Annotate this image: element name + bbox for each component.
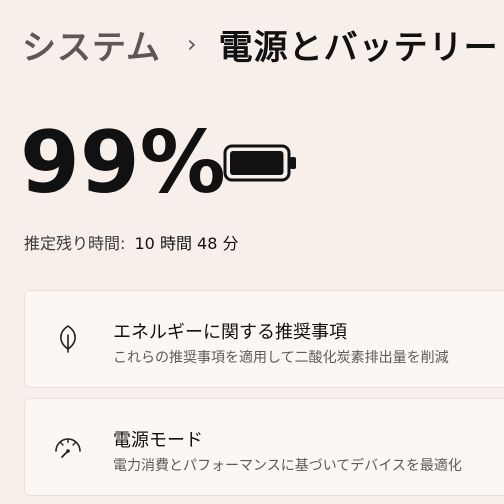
- battery-fill: [230, 151, 284, 175]
- energy-recommendations-card[interactable]: エネルギーに関する推奨事項 これらの推奨事項を適用して二酸化炭素排出量を削減: [24, 290, 504, 388]
- estimate-value: 10 時間 48 分: [134, 234, 239, 253]
- power-mode-description: 電力消費とパフォーマンスに基づいてデバイスを最適化: [113, 458, 462, 474]
- breadcrumb-separator: ›: [186, 30, 197, 58]
- power-mode-card[interactable]: 電源モード 電力消費とパフォーマンスに基づいてデバイスを最適化: [24, 398, 504, 496]
- power-mode-title: 電源モード: [113, 430, 203, 451]
- gauge-icon: [55, 438, 81, 458]
- battery-percentage: 99%: [20, 113, 226, 213]
- battery-icon: [223, 144, 296, 182]
- energy-recommendations-description: これらの推奨事項を適用して二酸化炭素排出量を削減: [113, 350, 449, 366]
- page-title: 電源とバッテリー: [218, 27, 499, 68]
- estimated-time-remaining: 推定残り時間: 10 時間 48 分: [24, 230, 238, 254]
- leaf-icon: [60, 325, 76, 353]
- breadcrumb-parent-system[interactable]: システム: [22, 20, 161, 69]
- breadcrumb: システム › 電源とバッテリー: [22, 18, 499, 70]
- energy-recommendations-title: エネルギーに関する推奨事項: [113, 322, 347, 343]
- estimate-label: 推定残り時間:: [24, 234, 126, 253]
- settings-page: システム › 電源とバッテリー 99% 推定残り時間: 10 時間 48 分 エ…: [0, 0, 504, 504]
